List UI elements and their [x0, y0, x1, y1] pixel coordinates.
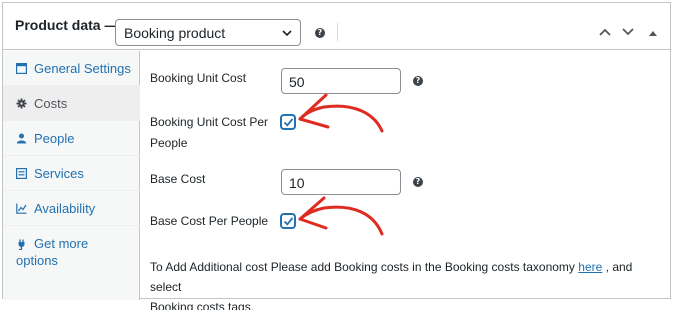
tab-people-label: People	[34, 131, 75, 146]
booking-unit-cost-value: 50	[289, 74, 305, 90]
checkmark-icon	[283, 118, 294, 127]
booking-costs-here-link[interactable]: here	[578, 260, 602, 274]
header-divider	[337, 23, 338, 41]
checkmark-icon	[283, 217, 294, 226]
base-cost-value: 10	[289, 175, 305, 191]
move-up-icon[interactable]	[598, 27, 612, 37]
base-cost-input[interactable]: 10	[281, 169, 401, 195]
unit-cost-per-people-label-line2: People	[150, 136, 188, 150]
base-cost-per-people-checkbox[interactable]	[281, 214, 295, 228]
info-text-start: To Add Additional cost Please add Bookin…	[150, 260, 575, 274]
tab-costs[interactable]: Costs	[3, 86, 140, 121]
plug-icon	[18, 239, 25, 250]
collapse-toggle-icon[interactable]	[648, 29, 658, 37]
product-type-select[interactable]: Booking product	[115, 19, 301, 46]
base-cost-per-people-label: Base Cost Per People	[150, 214, 269, 228]
tab-get-more-label-line2: options	[16, 253, 58, 268]
tab-costs-label: Costs	[34, 96, 68, 111]
booking-unit-cost-input[interactable]: 50	[281, 68, 401, 94]
unit-cost-per-people-checkbox[interactable]	[281, 115, 295, 129]
booking-costs-info: To Add Additional cost Please add Bookin…	[150, 257, 650, 310]
red-arrow-annotation-2	[298, 196, 384, 236]
costs-panel: Booking Unit Cost 50 ? Booking Unit Cost…	[141, 51, 670, 310]
product-type-value: Booking product	[124, 25, 226, 41]
tab-get-more-options[interactable]: Get more options	[3, 226, 140, 274]
product-data-tabs: General Settings Costs People Services A…	[3, 51, 140, 300]
booking-unit-cost-label: Booking Unit Cost	[150, 71, 247, 85]
chart-icon	[16, 203, 27, 214]
info-text-line2: Booking costs tags.	[150, 300, 255, 310]
tab-availability-label: Availability	[34, 201, 96, 216]
tab-people[interactable]: People	[3, 121, 140, 156]
tab-services-label: Services	[34, 166, 84, 181]
tab-general-settings[interactable]: General Settings	[3, 51, 140, 86]
person-icon	[16, 133, 27, 144]
unit-cost-per-people-label-line1: Booking Unit Cost Per	[150, 115, 269, 129]
tab-general-settings-label: General Settings	[34, 61, 131, 76]
panel-title: Product data —	[15, 17, 119, 33]
tab-get-more-label: Get more	[34, 236, 89, 251]
move-down-icon[interactable]	[621, 27, 635, 37]
base-cost-help-icon[interactable]: ?	[413, 177, 423, 187]
panel-header: Product data — Booking product ?	[3, 3, 670, 50]
base-cost-label: Base Cost	[150, 172, 206, 186]
red-arrow-annotation-1	[298, 93, 384, 133]
tab-services[interactable]: Services	[3, 156, 140, 191]
product-data-panel: Product data — Booking product ? General…	[2, 2, 671, 310]
gear-icon	[16, 98, 27, 109]
help-icon[interactable]: ?	[315, 28, 325, 38]
list-icon	[16, 168, 27, 179]
wrench-window-icon	[16, 63, 27, 74]
tab-availability[interactable]: Availability	[3, 191, 140, 226]
chevron-down-icon	[282, 30, 292, 37]
booking-unit-cost-help-icon[interactable]: ?	[413, 76, 423, 86]
